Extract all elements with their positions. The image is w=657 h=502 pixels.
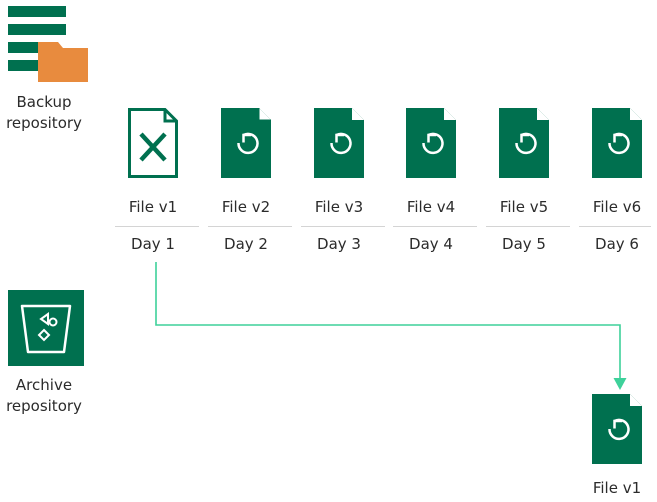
archived-restore-file-icon — [592, 394, 642, 464]
archived-file-label: File v1 — [592, 479, 642, 497]
archive-flow-arrow — [0, 0, 657, 502]
